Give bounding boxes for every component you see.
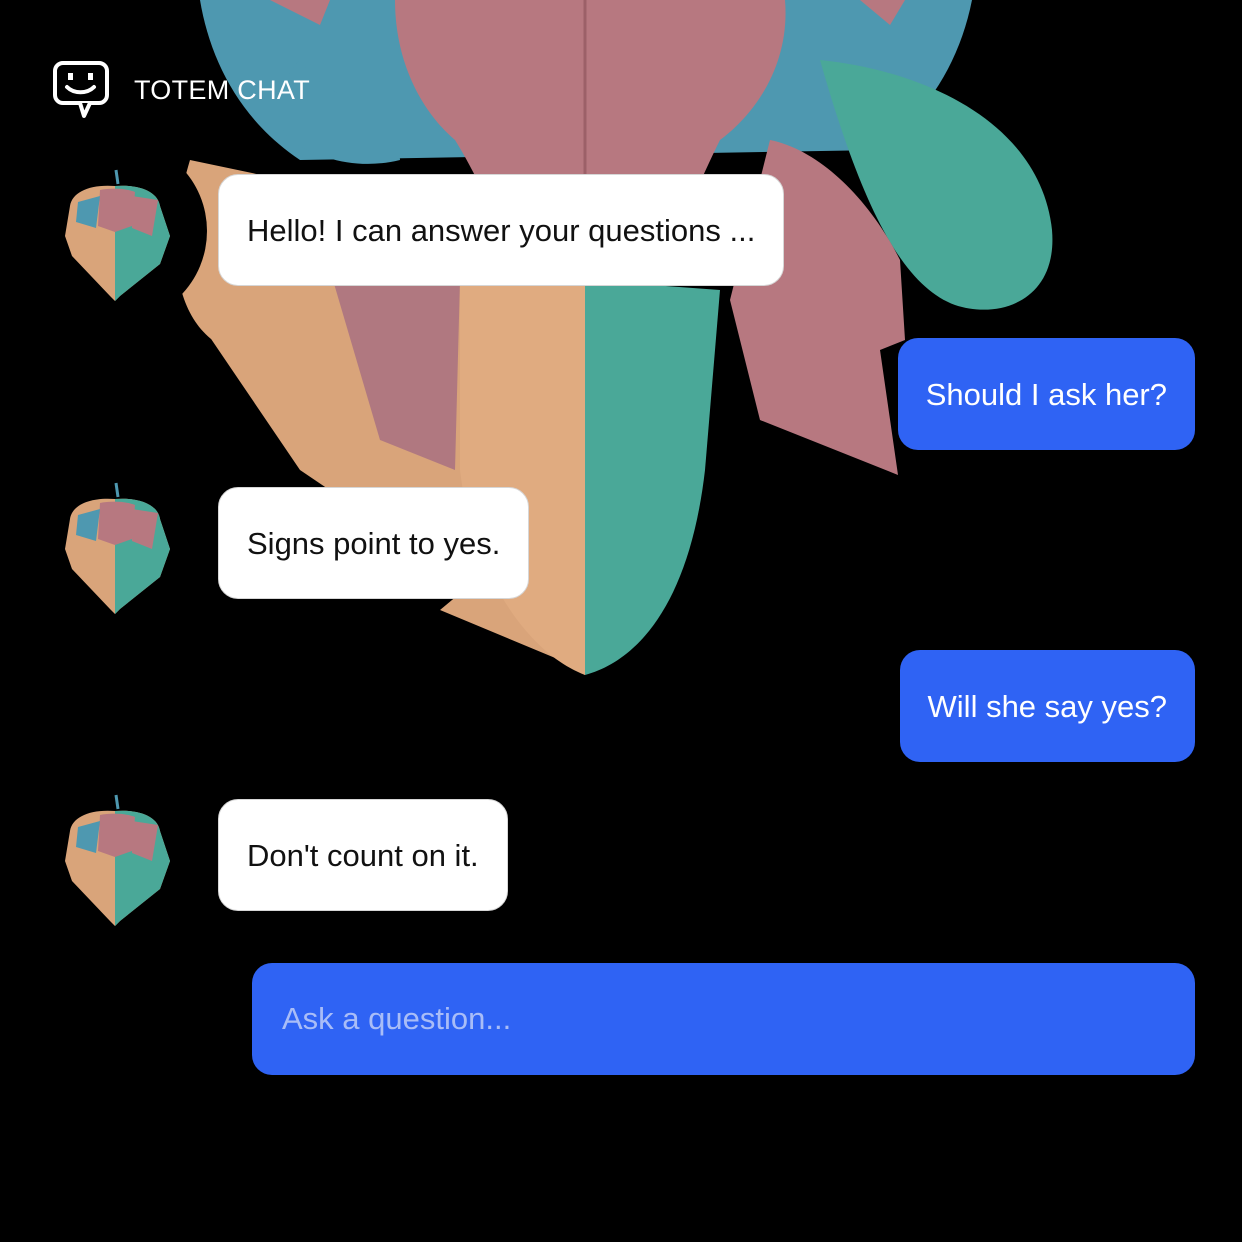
totem-avatar-icon xyxy=(23,139,207,323)
totem-avatar-icon xyxy=(23,452,207,636)
app-header: TOTEM CHAT xyxy=(52,60,310,120)
bot-message-bubble: Signs point to yes. xyxy=(218,487,530,599)
chat-smiley-icon xyxy=(53,61,109,118)
totem-avatar-icon xyxy=(23,764,207,948)
bot-message-bubble: Hello! I can answer your questions ... xyxy=(218,174,785,286)
user-message-bubble: Should I ask her? xyxy=(897,338,1195,450)
question-composer[interactable] xyxy=(252,963,1195,1075)
bot-message-bubble: Don't count on it. xyxy=(218,799,508,911)
app-title: TOTEM CHAT xyxy=(134,74,310,105)
question-input[interactable] xyxy=(280,1000,1167,1038)
user-message-bubble: Will she say yes? xyxy=(899,650,1195,762)
